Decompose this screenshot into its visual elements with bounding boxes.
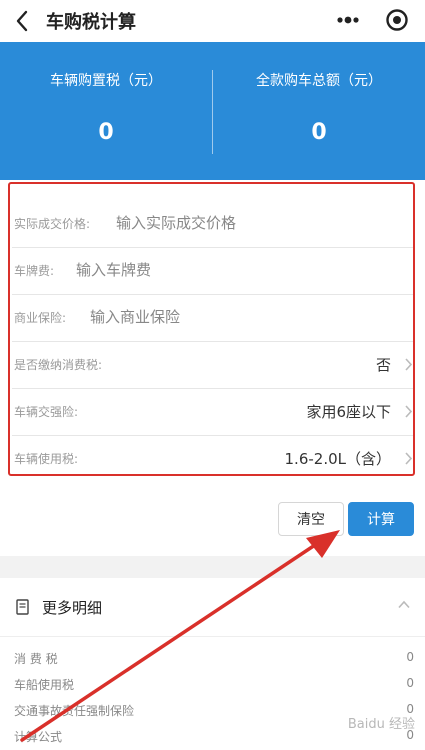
usage-tax-label: 车辆使用税:	[14, 452, 79, 466]
top-bar: 车购税计算	[0, 0, 425, 42]
purchase-tax-label: 车辆购置税（元）	[50, 73, 162, 89]
chevron-left-icon[interactable]	[12, 8, 34, 34]
consumption-tax-select[interactable]: 是否缴纳消费税: 否	[12, 341, 415, 389]
watermark: Baidu 经验	[347, 717, 415, 732]
details-title: 更多明细	[42, 599, 103, 617]
tax-form: 实际成交价格: 车牌费: 商业保险: 是否缴纳消费税: 否 车辆交强险: 家用6…	[0, 180, 425, 480]
detail-row: 车船使用税 0	[14, 672, 414, 696]
plate-fee-label: 车牌费:	[14, 264, 55, 278]
detail-label: 计算公式	[14, 730, 63, 744]
page-title: 车购税计算	[46, 12, 136, 33]
action-bar: 清空 计算	[0, 480, 425, 556]
insurance-label: 商业保险:	[14, 311, 67, 325]
usage-tax-select[interactable]: 车辆使用税: 1.6-2.0L（含）	[12, 435, 415, 482]
insurance-row: 商业保险:	[12, 294, 415, 342]
price-label: 实际成交价格:	[14, 217, 91, 231]
detail-label: 交通事故责任强制保险	[14, 704, 135, 718]
mini-program-capsule	[331, 6, 409, 34]
plate-fee-input[interactable]	[76, 255, 396, 285]
consumption-tax-value: 否	[375, 356, 391, 374]
document-icon	[16, 599, 29, 615]
tax-summary-panel: 车辆购置税（元） 0 全款购车总额（元） 0	[0, 42, 425, 180]
consumption-tax-label: 是否缴纳消费税:	[14, 358, 103, 372]
compulsory-insurance-value: 家用6座以下	[306, 403, 391, 421]
price-row: 实际成交价格:	[12, 200, 415, 248]
chevron-right-icon	[405, 358, 413, 371]
purchase-tax-value: 0	[98, 120, 114, 145]
detail-value: 0	[406, 676, 414, 690]
detail-row: 消 费 税 0	[14, 646, 414, 670]
usage-tax-value: 1.6-2.0L（含）	[284, 450, 391, 468]
total-value: 0	[311, 120, 327, 145]
total-summary: 全款购车总额（元） 0	[213, 42, 425, 180]
detail-label: 消 费 税	[14, 652, 58, 666]
purchase-tax-summary: 车辆购置税（元） 0	[0, 42, 212, 180]
chevron-right-icon	[405, 452, 413, 465]
target-icon[interactable]	[385, 8, 409, 32]
insurance-input[interactable]	[90, 302, 400, 332]
detail-value: 0	[406, 650, 414, 664]
plate-fee-row: 车牌费:	[12, 247, 415, 295]
compulsory-insurance-select[interactable]: 车辆交强险: 家用6座以下	[12, 388, 415, 436]
price-input[interactable]	[116, 208, 406, 238]
calculate-button[interactable]: 计算	[348, 502, 414, 536]
chevron-up-icon[interactable]	[397, 600, 411, 609]
details-header[interactable]: 更多明细	[0, 578, 425, 637]
total-label: 全款购车总额（元）	[256, 73, 382, 89]
chevron-right-icon	[405, 405, 413, 418]
more-dots-icon[interactable]	[331, 6, 365, 34]
detail-label: 车船使用税	[14, 678, 75, 692]
compulsory-insurance-label: 车辆交强险:	[14, 405, 79, 419]
clear-button[interactable]: 清空	[278, 502, 344, 536]
